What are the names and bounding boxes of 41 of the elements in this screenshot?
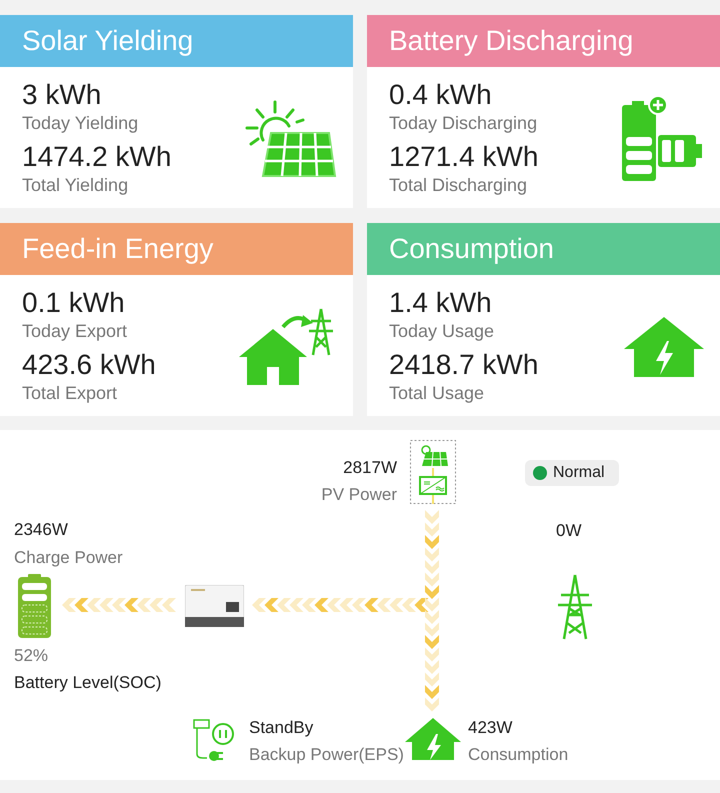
backup-power-icon	[193, 718, 237, 762]
eps-label: Backup Power(EPS)	[249, 745, 404, 765]
total-value: 1271.4 kWh	[389, 141, 538, 173]
card-title: Feed-in Energy	[22, 233, 214, 265]
power-tower-icon	[556, 573, 594, 641]
today-value: 0.1 kWh	[22, 287, 125, 319]
charge-power-value: 2346W	[14, 520, 68, 540]
today-label: Today Usage	[389, 320, 494, 343]
today-value: 1.4 kWh	[389, 287, 492, 319]
today-label: Today Yielding	[22, 112, 138, 135]
today-value: 3 kWh	[22, 79, 102, 111]
battery-level-icon	[18, 574, 51, 638]
battery-icon	[620, 95, 704, 183]
consumption-label: Consumption	[468, 745, 568, 765]
total-label: Total Export	[22, 382, 118, 405]
pv-power-label: PV Power	[321, 485, 397, 505]
house-bolt-icon	[405, 718, 461, 760]
solar-panel-icon	[245, 100, 337, 178]
total-value: 423.6 kWh	[22, 349, 156, 381]
soc-label: Battery Level(SOC)	[14, 673, 162, 693]
card-title: Battery Discharging	[389, 25, 634, 57]
grid-power-value: 0W	[556, 521, 582, 541]
total-label: Total Usage	[389, 382, 484, 405]
pv-power-value: 2817W	[343, 458, 397, 478]
today-label: Today Discharging	[389, 112, 538, 135]
card-title: Solar Yielding	[22, 25, 194, 57]
soc-value: 52%	[14, 646, 48, 666]
card-title: Consumption	[389, 233, 554, 265]
total-label: Total Discharging	[389, 174, 528, 197]
total-label: Total Yielding	[22, 174, 128, 197]
status-label: Normal	[553, 464, 605, 482]
today-value: 0.4 kWh	[389, 79, 492, 111]
pv-inverter-icon	[410, 440, 456, 504]
eps-status-value: StandBy	[249, 718, 314, 738]
total-value: 1474.2 kWh	[22, 141, 172, 173]
inverter-icon	[185, 585, 244, 627]
house-bolt-icon	[624, 315, 704, 379]
charge-power-label: Charge Power	[14, 548, 123, 568]
consumption-value: 423W	[468, 718, 512, 738]
total-value: 2418.7 kWh	[389, 349, 538, 381]
today-label: Today Export	[22, 320, 128, 343]
